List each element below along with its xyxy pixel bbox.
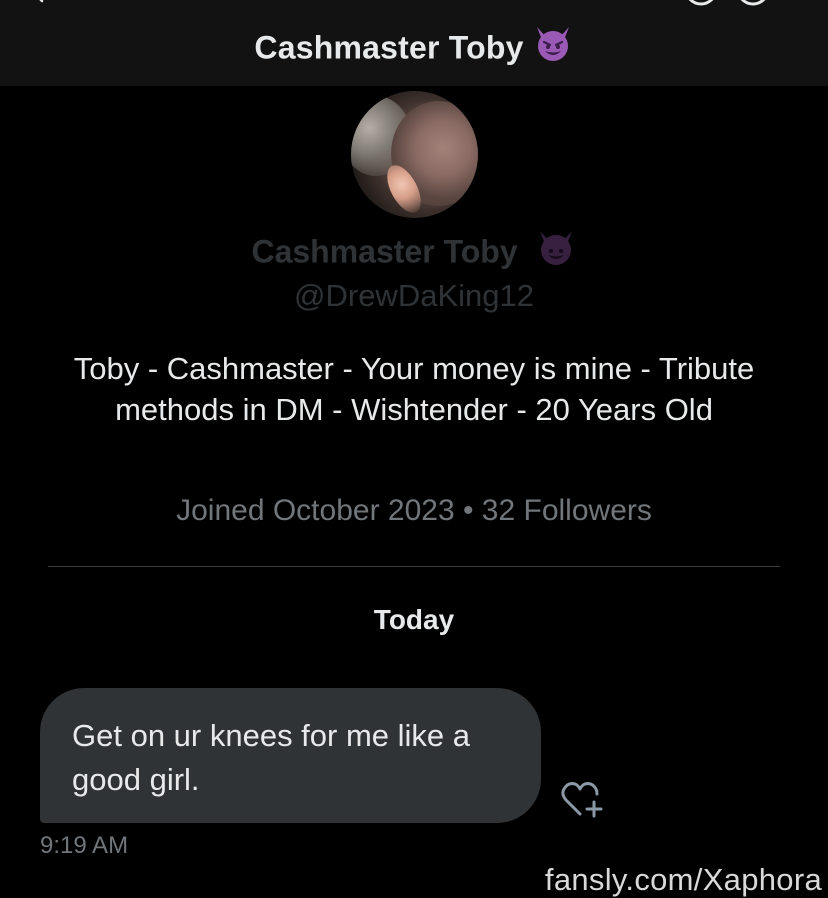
profile-meta: Joined October 2023 • 32 Followers: [176, 494, 652, 527]
conversation-title[interactable]: Cashmaster Toby: [0, 27, 828, 72]
profile-avatar[interactable]: [351, 91, 478, 218]
profile-name-text: Cashmaster Toby: [251, 233, 518, 270]
conversation-header: Cashmaster Toby: [0, 0, 828, 86]
profile-bio: Toby - Cashmaster - Your money is mine -…: [73, 351, 755, 427]
conversation-title-text: Cashmaster Toby: [254, 29, 524, 66]
message-timestamp: 9:19 AM: [40, 832, 129, 859]
profile-name[interactable]: Cashmaster Toby: [0, 231, 828, 276]
info-icon[interactable]: [734, 0, 772, 8]
back-arrow-icon[interactable]: [28, 0, 50, 4]
profile-handle[interactable]: @DrewDaKing12: [0, 278, 828, 314]
heart-plus-icon[interactable]: [560, 780, 606, 820]
watermark-text: fansly.com/Xaphora: [544, 862, 822, 897]
phone-icon[interactable]: [682, 0, 720, 8]
smiling-devil-icon: [535, 226, 577, 276]
dm-conversation-screen: Cashmaster Toby Cashmaster Toby @DrewDaK…: [0, 0, 828, 898]
day-separator: Today: [373, 604, 455, 635]
smiling-devil-icon: [532, 22, 574, 72]
divider: [48, 566, 780, 567]
message-bubble[interactable]: Get on ur knees for me like a good girl.: [40, 688, 541, 823]
